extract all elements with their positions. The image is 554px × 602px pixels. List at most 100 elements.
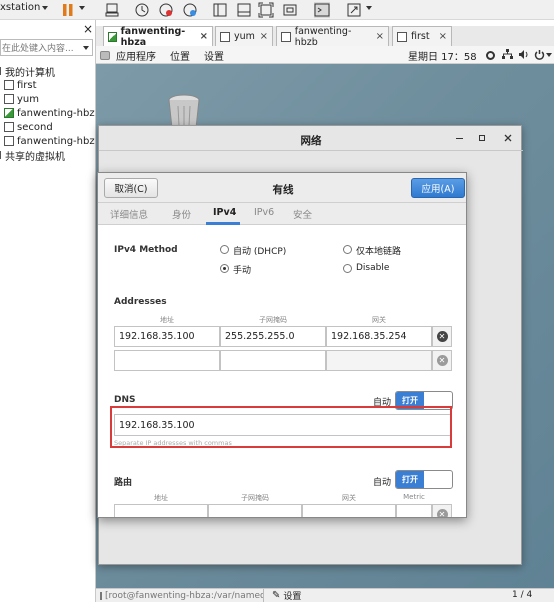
tree-my-computer[interactable]: 我的计算机 [0,64,55,79]
console-view-icon[interactable] [314,2,330,18]
taskbar-terminal[interactable]: [root@fanwenting-hbza:/var/named] [100,589,264,602]
network-icon[interactable] [502,49,513,60]
tree-vm-second[interactable]: second [4,120,53,134]
delete-address-button[interactable]: ✕ [432,350,452,371]
guest-taskbar: [root@fanwenting-hbza:/var/named] ✎ 设置 1… [96,588,554,602]
expander-icon[interactable] [0,67,2,75]
gateway-field-empty[interactable] [326,350,432,371]
tab-yum[interactable]: yum × [215,26,273,46]
tree-label: first [17,79,37,91]
route-metric-field[interactable] [396,504,432,517]
close-icon[interactable]: × [200,31,208,42]
tab-identity[interactable]: 身份 [172,207,191,221]
tab-ipv4[interactable]: IPv4 [213,207,236,218]
search-placeholder: 在此处键入内容... [2,44,74,54]
tab-details[interactable]: 详细信息 [110,207,148,221]
snapshot-manager-icon[interactable] [182,2,198,18]
address-field[interactable]: 192.168.35.100 [114,326,220,347]
netmask-field[interactable]: 255.255.255.0 [220,326,326,347]
vm-tab-bar: fanwenting-hbza × yum × fanwenting-hbzb … [96,25,554,48]
toggle-on-label: 打开 [396,471,424,488]
chevron-down-icon[interactable] [83,45,89,50]
tab-label: yum [234,31,255,42]
radio-dhcp[interactable] [220,245,229,254]
title-divider [99,150,523,151]
tab-first[interactable]: first × [392,26,452,46]
tab-label: fanwenting-hbza [120,25,186,48]
chevron-down-icon[interactable] [42,6,48,10]
tree-label: fanwenting-hbz [17,135,95,147]
tree-vm-fanwenting-hbz[interactable]: fanwenting-hbz [4,134,95,148]
minimize-icon[interactable] [456,138,463,139]
route-address-field[interactable] [114,504,208,517]
volume-icon[interactable] [518,49,529,60]
tree-vm-yum[interactable]: yum [4,92,39,106]
full-screen-icon[interactable] [258,2,274,18]
taskbar-settings[interactable]: ✎ 设置 [272,589,301,602]
tab-label: fanwenting-hbzb [294,25,352,48]
vm-icon [281,31,291,42]
delete-icon: ✕ [436,355,448,366]
vm-icon [4,122,14,132]
chevron-down-icon[interactable] [546,53,552,57]
delete-address-button[interactable]: ✕ [432,326,452,347]
close-icon[interactable] [504,134,512,142]
expander-icon[interactable] [0,151,2,159]
menu-applications[interactable]: 应用程序 [116,48,156,63]
tab-ipv6[interactable]: IPv6 [254,207,274,218]
col-address: 地址 [160,316,174,324]
close-icon[interactable]: × [83,22,93,36]
col-gateway: 网关 [372,316,386,324]
library-search-input[interactable]: 在此处键入内容... [0,39,93,56]
clock[interactable]: 星期日 17：58 [408,48,477,63]
netmask-field-empty[interactable] [220,350,326,371]
send-keys-icon[interactable] [104,2,120,18]
route-col-netmask: 子网掩码 [241,494,269,502]
gnome-top-bar: 应用程序 位置 设置 星期日 17：58 [96,46,554,64]
tree-vm-first[interactable]: first [4,78,37,92]
revert-snapshot-icon[interactable] [158,2,174,18]
unity-icon[interactable] [282,2,298,18]
delete-route-button[interactable]: ✕ [432,504,452,517]
close-icon[interactable]: × [260,31,268,42]
pause-icon[interactable] [60,2,76,18]
library-view-icon[interactable] [212,2,228,18]
route-gateway-field[interactable] [302,504,396,517]
vm-icon [397,31,407,42]
applications-icon [100,51,110,60]
workspace-pager[interactable]: 1 / 4 [512,590,532,600]
tab-fanwenting-hbzb[interactable]: fanwenting-hbzb × [276,25,389,48]
tree-vm-fanwenting-hbz-running[interactable]: fanwenting-hbz [4,106,95,120]
radio-disable[interactable] [343,264,352,273]
radio-manual[interactable] [220,264,229,273]
power-icon[interactable] [534,49,545,60]
routes-auto-toggle[interactable]: 打开 [395,470,453,489]
menu-settings[interactable]: 设置 [204,48,224,63]
taskbar-label: [root@fanwenting-hbza:/var/named] [105,590,264,601]
apply-button[interactable]: 应用(A) [411,178,465,198]
taskbar-label: 设置 [283,592,302,602]
route-netmask-field[interactable] [208,504,302,517]
delete-icon: ✕ [436,509,448,517]
chevron-down-icon[interactable] [366,6,372,10]
highlight-box [110,406,452,448]
maximize-icon[interactable] [479,135,485,141]
tab-security[interactable]: 安全 [293,207,312,221]
tree-shared-vms[interactable]: 共享的虚拟机 [0,148,65,163]
routes-auto-label: 自动 [373,478,392,488]
gateway-field[interactable]: 192.168.35.254 [326,326,432,347]
thumbnail-view-icon[interactable] [236,2,252,18]
tree-label: 我的计算机 [5,67,55,79]
close-icon[interactable]: × [439,31,447,42]
tab-fanwenting-hbza[interactable]: fanwenting-hbza × [103,25,213,48]
snapshot-icon[interactable] [134,2,150,18]
delete-icon: ✕ [436,331,448,342]
address-field-empty[interactable] [114,350,220,371]
stretch-icon[interactable] [346,2,362,18]
close-icon[interactable]: × [376,31,384,42]
menu-places[interactable]: 位置 [170,48,190,63]
radio-link-local[interactable] [343,245,352,254]
record-icon[interactable] [486,51,495,60]
chevron-down-icon[interactable] [79,6,85,10]
vm-icon [4,80,14,90]
